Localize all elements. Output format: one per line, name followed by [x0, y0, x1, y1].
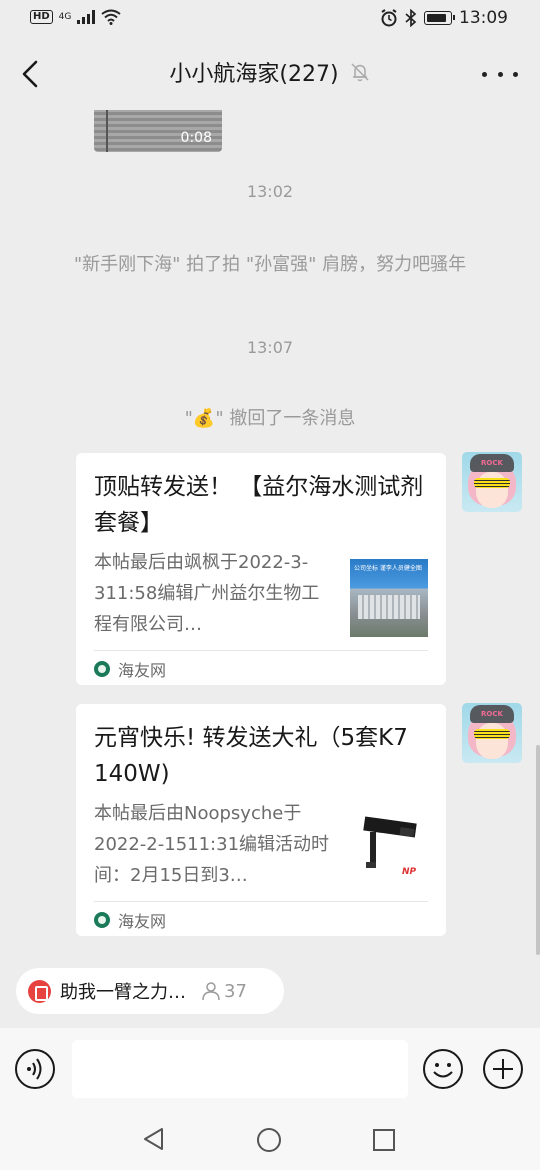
- haiyou-logo-icon: [94, 660, 110, 677]
- card-footer: 海友网: [94, 650, 428, 686]
- time-separator: 13:07: [246, 338, 294, 357]
- emoji-icon: [423, 1049, 463, 1089]
- avatar-glasses: [474, 729, 510, 739]
- card-footer: 海友网: [94, 901, 428, 937]
- input-bar: [0, 1028, 540, 1110]
- avatar[interactable]: ROCK YOUNG: [462, 703, 522, 763]
- message-input[interactable]: [72, 1040, 408, 1098]
- pinned-message-chip[interactable]: 助我一臂之力… 37: [16, 968, 284, 1014]
- bluetooth-icon: [405, 9, 417, 27]
- voice-icon: [15, 1049, 55, 1089]
- circle-home-icon: [257, 1128, 281, 1152]
- network-type: 4G: [58, 11, 72, 22]
- card-source: 海友网: [118, 911, 167, 931]
- card-description: 本帖最后由飒枫于2022-3-311:58编辑广州益尔生物工程有限公司…: [94, 552, 320, 635]
- haiyou-logo-icon: [94, 911, 110, 928]
- mute-bell-icon: [351, 63, 369, 82]
- video-message[interactable]: 0:08: [94, 110, 222, 152]
- battery-icon: [424, 11, 455, 25]
- pat-message: "新手刚下海" 拍了拍 "孙富强" 肩膀，努力吧骚年: [73, 254, 467, 275]
- title-inner: 小小航海家(227): [169, 56, 370, 88]
- nav-bar: 小小航海家(227): [0, 38, 540, 110]
- pinned-text: 助我一臂之力…: [60, 982, 186, 1003]
- square-recent-icon: [373, 1129, 395, 1151]
- card-source: 海友网: [118, 660, 167, 680]
- status-bar: HD 4G 13:09: [0, 0, 540, 38]
- link-card-message[interactable]: 顶贴转发送！ 【益尔海水测试剂套餐】 本帖最后由飒枫于2022-3-311:58…: [76, 453, 446, 685]
- more-dot: [513, 71, 518, 77]
- recall-suffix: " 撤回了一条消息: [215, 408, 356, 429]
- thumb-caption: 公司坐标 谨李人员健全图: [354, 565, 422, 572]
- emoji-button[interactable]: [422, 1048, 464, 1090]
- hd-badge: HD: [30, 10, 53, 24]
- recall-message: "💰" 撤回了一条消息: [0, 404, 540, 430]
- mini-program-icon: [28, 979, 51, 1003]
- video-duration: 0:08: [180, 130, 212, 146]
- card-body: 本帖最后由飒枫于2022-3-311:58编辑广州益尔生物工程有限公司… 公司坐…: [94, 547, 428, 640]
- plus-button[interactable]: [482, 1048, 524, 1090]
- alarm-icon: [381, 9, 397, 27]
- avatar[interactable]: ROCK YOUNG: [462, 452, 522, 512]
- thumb-building-shape: [358, 595, 420, 619]
- avatar-glasses: [474, 478, 510, 488]
- avatar-cap-text: ROCK YOUNG: [470, 705, 514, 736]
- chat-area[interactable]: 0:08 13:02 "新手刚下海" 拍了拍 "孙富强" 肩膀，努力吧骚年 13…: [0, 110, 540, 955]
- link-card-message[interactable]: 元宵快乐! 转发送大礼（5套K7 140W) 本帖最后由Noopsyche于20…: [76, 704, 446, 936]
- voice-button[interactable]: [14, 1048, 56, 1090]
- card-body: 本帖最后由Noopsyche于2022-2-1511:31编辑活动时间：2月15…: [94, 798, 428, 891]
- more-button[interactable]: [482, 62, 518, 86]
- battery-fill: [427, 14, 446, 22]
- system-recent-button[interactable]: [372, 1128, 396, 1156]
- money-bag-emoji: 💰: [192, 408, 216, 429]
- participant-count-value: 37: [224, 980, 247, 1002]
- scrollbar[interactable]: [536, 745, 540, 955]
- status-left: HD 4G: [30, 9, 121, 25]
- status-time: 13:09: [459, 8, 508, 28]
- card-thumbnail: NP: [350, 810, 428, 888]
- chat-title: 小小航海家(227): [169, 62, 339, 87]
- card-description: 本帖最后由Noopsyche于2022-2-1511:31编辑活动时间：2月15…: [94, 803, 330, 886]
- avatar-cap-text: ROCK YOUNG: [470, 454, 514, 485]
- person-icon: [202, 982, 220, 1001]
- system-nav-bar: [0, 1110, 540, 1170]
- card-title: 顶贴转发送！ 【益尔海水测试剂套餐】: [94, 474, 424, 536]
- recall-prefix: ": [184, 408, 193, 429]
- more-dot: [497, 71, 503, 77]
- participant-count: 37: [201, 981, 247, 1002]
- card-thumbnail: 公司坐标 谨李人员健全图: [350, 559, 428, 637]
- title-wrap: 小小航海家(227): [0, 56, 540, 88]
- system-back-button[interactable]: [141, 1126, 167, 1156]
- time-separator: 13:02: [246, 182, 294, 201]
- lamp-product-image: NP: [363, 816, 417, 877]
- status-right: 13:09: [380, 8, 508, 28]
- thumb-caption: NP: [402, 867, 417, 877]
- plus-icon: [483, 1049, 523, 1089]
- more-dot: [482, 71, 487, 77]
- signal-icon: [77, 10, 96, 24]
- triangle-back-icon: [144, 1128, 163, 1150]
- system-home-button[interactable]: [256, 1127, 282, 1157]
- card-title: 元宵快乐! 转发送大礼（5套K7 140W): [94, 725, 408, 787]
- wifi-icon: [101, 9, 121, 25]
